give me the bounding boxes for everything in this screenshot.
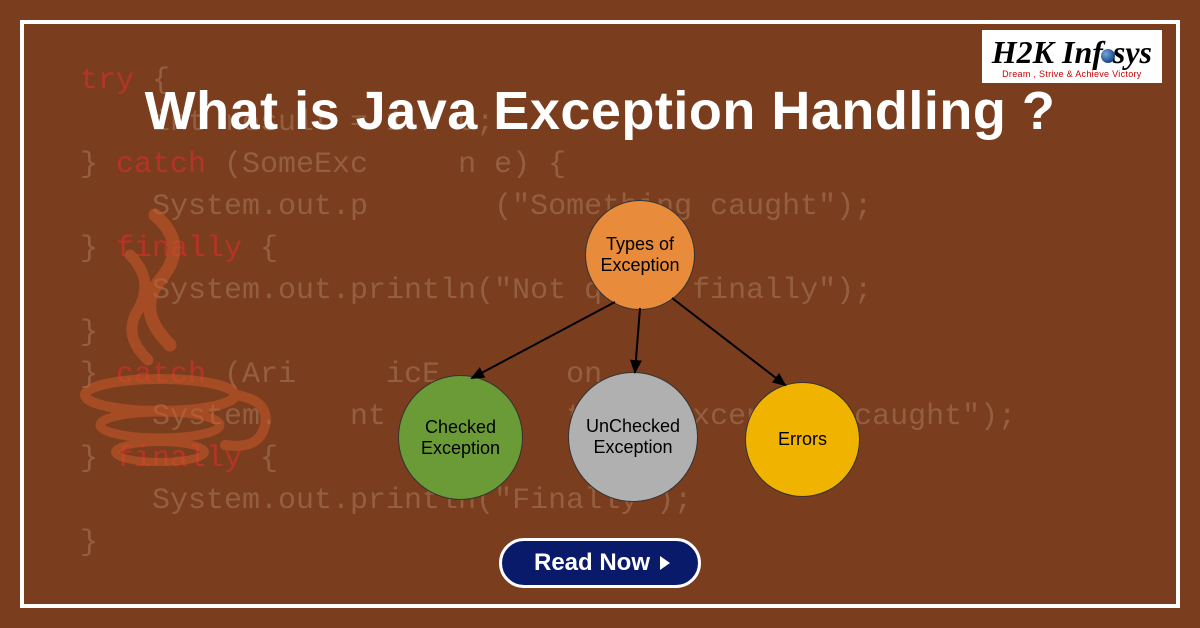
java-logo-icon xyxy=(60,200,280,480)
diagram-arrows xyxy=(390,200,910,500)
chevron-right-icon xyxy=(660,556,670,570)
brand-logo: H2K Infsys Dream , Strive & Achieve Vict… xyxy=(982,30,1162,83)
logo-text: H2K Infsys xyxy=(992,34,1152,71)
read-now-button[interactable]: Read Now xyxy=(499,538,701,588)
main-title: What is Java Exception Handling ? xyxy=(0,80,1200,142)
logo-tagline: Dream , Strive & Achieve Victory xyxy=(992,69,1152,79)
exception-types-diagram: Types of Exception Checked Exception UnC… xyxy=(390,200,910,500)
cta-label: Read Now xyxy=(534,549,650,577)
